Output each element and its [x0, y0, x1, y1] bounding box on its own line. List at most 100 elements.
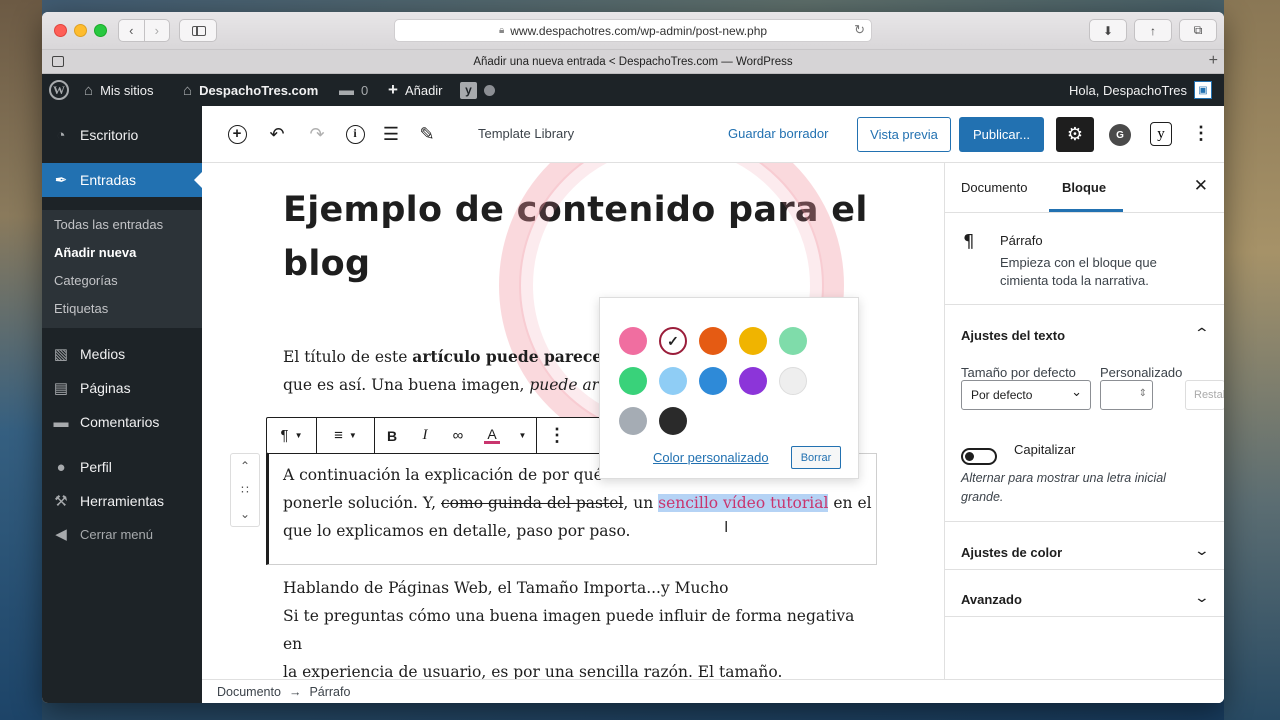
color-settings-panel-header[interactable]: Ajustes de color — [961, 545, 1062, 560]
tab-sidebar-icon[interactable] — [52, 56, 64, 67]
template-library-button[interactable]: Template Library — [478, 126, 574, 141]
color-swatch[interactable] — [659, 367, 687, 395]
p3-heading-text: Hablando de Páginas Web, el Tamaño Impor… — [283, 579, 729, 597]
undo-icon[interactable]: ↶ — [265, 122, 289, 146]
more-rich-text-button[interactable]: ▼ — [509, 418, 537, 453]
text-cursor-icon: I — [724, 519, 729, 536]
publish-button[interactable]: Publicar... — [959, 117, 1044, 152]
font-size-select[interactable]: Por defecto — [961, 380, 1091, 410]
breadcrumb-document[interactable]: Documento — [217, 685, 281, 699]
preview-button[interactable]: Vista previa — [857, 117, 951, 152]
download-icon[interactable]: ⬇︎ — [1089, 19, 1127, 42]
back-icon[interactable]: ‹ — [119, 20, 144, 41]
account-menu[interactable]: Hola, DespachoTres ▣ — [1069, 74, 1212, 106]
italic-icon[interactable]: I — [409, 418, 441, 453]
text-color-icon[interactable]: A — [475, 418, 509, 453]
close-sidebar-icon[interactable]: ✕ — [1194, 176, 1208, 196]
tabs-overview-icon[interactable]: ⧉ — [1179, 19, 1217, 42]
tab-block[interactable]: Bloque — [1062, 180, 1106, 195]
close-window-button[interactable] — [54, 24, 67, 37]
custom-font-size-input[interactable] — [1100, 380, 1153, 410]
my-sites-menu[interactable]: ⌂ Mis sitios — [84, 74, 154, 106]
submenu-tags[interactable]: Etiquetas — [54, 301, 108, 316]
advanced-panel-header[interactable]: Avanzado — [961, 592, 1022, 607]
move-down-icon[interactable]: ⌄ — [240, 507, 250, 521]
yoast-seo-icon[interactable]: y — [1150, 122, 1172, 146]
paragraph-3[interactable]: Hablando de Páginas Web, el Tamaño Impor… — [283, 574, 873, 679]
menu-item-dashboard[interactable]: ◔ Escritorio — [42, 118, 202, 152]
submenu-categories[interactable]: Categorías — [54, 273, 118, 288]
editor-toolbar: + ↶ ↷ i ☰ ✎ Template Library Guardar bor… — [202, 106, 1224, 163]
edit-pencil-icon[interactable]: ✎ — [415, 122, 439, 146]
redo-icon[interactable]: ↷ — [305, 122, 329, 146]
link-icon[interactable]: ∞ — [441, 418, 475, 453]
posts-submenu: Todas las entradas Añadir nueva Categorí… — [42, 210, 202, 328]
share-icon[interactable]: ↑ — [1134, 19, 1172, 42]
submenu-all-posts[interactable]: Todas las entradas — [54, 217, 163, 232]
wp-logo-menu[interactable]: W — [49, 74, 69, 106]
clear-color-button[interactable]: Borrar — [791, 446, 841, 469]
move-up-icon[interactable]: ⌃ — [240, 459, 250, 473]
settings-gear-icon[interactable]: ⚙︎ — [1056, 117, 1094, 152]
reset-font-size-button[interactable]: Restablecer — [1185, 380, 1224, 410]
minimize-window-button[interactable] — [74, 24, 87, 37]
menu-item-media[interactable]: ▧ Medios — [42, 337, 202, 371]
bold-icon[interactable]: B — [375, 418, 409, 453]
chevron-down-icon[interactable]: ⌄ — [1194, 542, 1210, 559]
zoom-window-button[interactable] — [94, 24, 107, 37]
color-swatch[interactable] — [619, 367, 647, 395]
color-swatch[interactable] — [779, 367, 807, 395]
new-tab-icon[interactable]: + — [1209, 52, 1218, 70]
admin-menu: ◔ Escritorio ✒︎ Entradas Todas las entra… — [42, 106, 202, 703]
forward-icon[interactable]: › — [143, 20, 170, 41]
drag-handle-icon[interactable]: ∷ — [241, 483, 249, 497]
grammarly-icon[interactable]: G — [1109, 124, 1131, 146]
color-swatch[interactable]: ✓ — [659, 327, 687, 355]
color-swatch[interactable] — [699, 367, 727, 395]
yoast-menu[interactable]: y — [460, 74, 495, 106]
tab-title[interactable]: Añadir una nueva entrada < DespachoTres.… — [473, 56, 792, 68]
menu-item-comments[interactable]: ▬ Comentarios — [42, 405, 202, 439]
menu-label-profile: Perfil — [80, 459, 112, 475]
breadcrumb-paragraph[interactable]: Párrafo — [309, 685, 350, 699]
menu-label-comments: Comentarios — [80, 414, 160, 430]
menu-item-profile[interactable]: ● Perfil — [42, 450, 202, 484]
more-options-icon[interactable]: ⋮ — [1192, 122, 1210, 146]
paragraph-transform-button[interactable]: ¶ ▼ — [267, 418, 317, 453]
sidebar-toggle-icon[interactable] — [179, 19, 217, 42]
greeting-label: Hola, DespachoTres — [1068, 82, 1187, 98]
add-block-icon[interactable]: + — [225, 122, 249, 146]
comments-menu[interactable]: ▬ 0 — [339, 74, 368, 106]
menu-item-pages[interactable]: ▤ Páginas — [42, 371, 202, 405]
color-swatch[interactable] — [739, 327, 767, 355]
site-name-menu[interactable]: ⌂ DespachoTres.com — [183, 74, 318, 106]
post-title[interactable]: Ejemplo de contenido para el blog — [283, 183, 883, 291]
menu-item-tools[interactable]: ⚒︎ Herramientas — [42, 484, 202, 518]
collapse-menu-button[interactable]: ◀︎ Cerrar menú — [42, 517, 202, 551]
color-swatch[interactable] — [619, 407, 647, 435]
text-settings-panel-header[interactable]: Ajustes del texto — [961, 328, 1065, 343]
color-swatch[interactable] — [779, 327, 807, 355]
color-swatch[interactable] — [699, 327, 727, 355]
comment-bubble-icon: ▬ — [339, 81, 354, 99]
info-icon[interactable]: i — [343, 122, 367, 146]
drop-cap-toggle[interactable] — [961, 448, 997, 465]
save-draft-button[interactable]: Guardar borrador — [728, 126, 828, 141]
chevron-down-icon[interactable]: ⌄ — [1194, 589, 1210, 606]
menu-item-posts[interactable]: ✒︎ Entradas — [42, 163, 202, 197]
tab-document[interactable]: Documento — [961, 180, 1027, 195]
custom-color-link[interactable]: Color personalizado — [653, 450, 769, 465]
outline-list-icon[interactable]: ☰ — [379, 122, 403, 146]
color-swatch[interactable] — [739, 367, 767, 395]
align-button[interactable]: ≡ ▼ — [317, 418, 375, 453]
address-bar[interactable]: 🔒︎ www.despachotres.com/wp-admin/post-ne… — [394, 19, 872, 42]
pages-icon: ▤ — [53, 380, 69, 397]
tab-bar: Añadir una nueva entrada < DespachoTres.… — [42, 50, 1224, 74]
chevron-up-icon[interactable]: ⌃ — [1194, 325, 1210, 342]
color-swatch[interactable] — [659, 407, 687, 435]
submenu-add-new[interactable]: Añadir nueva — [54, 245, 136, 260]
add-new-menu[interactable]: + Añadir — [388, 74, 443, 106]
reload-icon[interactable]: ↻ — [854, 22, 865, 38]
color-swatch[interactable] — [619, 327, 647, 355]
block-more-options-icon[interactable]: ⋮ — [537, 418, 577, 453]
